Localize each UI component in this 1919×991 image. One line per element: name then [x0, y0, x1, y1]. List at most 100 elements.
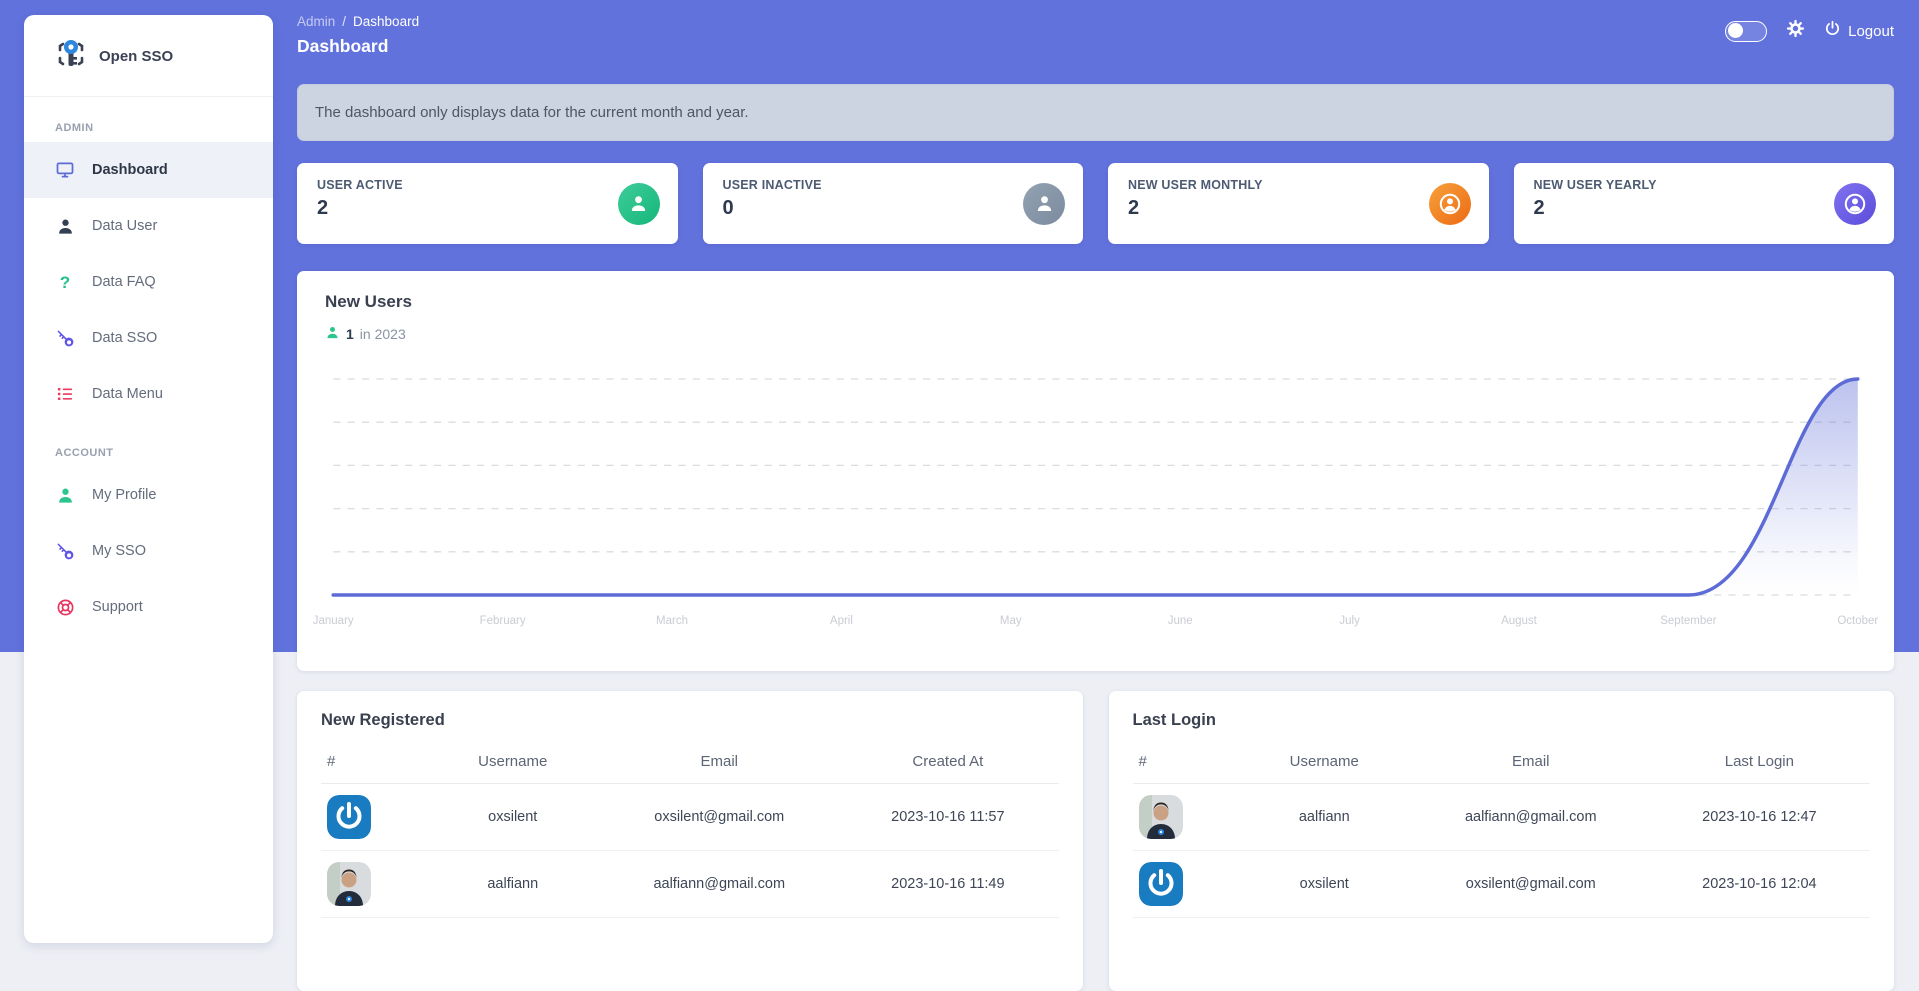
table-row: oxsilent oxsilent@gmail.com 2023-10-16 1… [321, 784, 1059, 851]
column-header: Email [1413, 740, 1649, 784]
x-axis-label: February [480, 615, 526, 627]
table-row: aalfiann aalfiann@gmail.com 2023-10-16 1… [1133, 784, 1871, 851]
monitor-icon [55, 160, 75, 180]
life-ring-icon [55, 597, 75, 617]
stats-row: USER ACTIVE 2 USER INACTIVE 0 NEW USER M… [297, 163, 1894, 244]
gear-icon [1786, 19, 1805, 43]
table-row: oxsilent oxsilent@gmail.com 2023-10-16 1… [1133, 851, 1871, 918]
cell-email: aalfiann@gmail.com [601, 851, 837, 918]
column-header: Username [1236, 740, 1413, 784]
stat-label: NEW USER MONTHLY [1128, 178, 1469, 192]
x-axis-label: May [1000, 615, 1022, 627]
column-header: # [1133, 740, 1236, 784]
stat-value: 2 [1128, 197, 1469, 220]
table-title: Last Login [1133, 711, 1871, 730]
logout-button[interactable]: Logout [1824, 20, 1894, 42]
x-axis-label: June [1168, 615, 1193, 627]
stat-value: 0 [723, 197, 1064, 220]
breadcrumb: Admin / Dashboard [297, 14, 1894, 29]
stat-label: NEW USER YEARLY [1534, 178, 1875, 192]
power-icon [1824, 20, 1841, 42]
x-axis-label: July [1339, 615, 1359, 627]
sidebar-item-data-sso[interactable]: Data SSO [24, 310, 273, 366]
new-registered-table: # Username Email Created At [321, 740, 1059, 918]
new-users-chart-card: New Users 1 in 2023 January February March… [297, 271, 1894, 671]
sidebar-item-data-faq[interactable]: ? Data FAQ [24, 254, 273, 310]
cell-datetime: 2023-10-16 11:49 [837, 851, 1058, 918]
user-icon [1023, 183, 1065, 225]
column-header: Username [424, 740, 601, 784]
key-icon [55, 328, 75, 348]
sidebar-item-label: Data SSO [92, 330, 157, 346]
sidebar-item-label: Data User [92, 218, 157, 234]
tables-row: New Registered # Username Email Created … [297, 691, 1894, 991]
x-axis-label: March [656, 615, 688, 627]
chart-subtitle-count: 1 [346, 326, 354, 342]
stat-label: USER ACTIVE [317, 178, 658, 192]
toggle-knob [1728, 23, 1743, 38]
x-axis-label: April [830, 615, 853, 627]
logout-label: Logout [1848, 23, 1894, 40]
user-circle-icon [1429, 183, 1471, 225]
sidebar-section-admin: ADMIN [24, 97, 273, 142]
user-icon [325, 325, 340, 343]
column-header: Created At [837, 740, 1058, 784]
new-registered-card: New Registered # Username Email Created … [297, 691, 1083, 991]
cell-email: oxsilent@gmail.com [601, 784, 837, 851]
column-header: Last Login [1649, 740, 1870, 784]
avatar [327, 862, 371, 906]
sidebar-item-data-user[interactable]: Data User [24, 198, 273, 254]
chart-subtitle: 1 in 2023 [325, 325, 1866, 343]
chart-title: New Users [325, 292, 1866, 312]
sidebar-item-data-menu[interactable]: Data Menu [24, 366, 273, 422]
breadcrumb-separator: / [342, 14, 346, 29]
top-controls: Logout [1725, 19, 1894, 43]
x-axis-label: August [1501, 615, 1537, 627]
breadcrumb-parent[interactable]: Admin [297, 14, 335, 29]
chart-canvas [325, 367, 1866, 607]
avatar [1139, 862, 1183, 906]
cell-username: oxsilent [424, 784, 601, 851]
cell-datetime: 2023-10-16 12:04 [1649, 851, 1870, 918]
column-header: # [321, 740, 424, 784]
sidebar-item-label: Dashboard [92, 162, 168, 178]
list-icon [55, 384, 75, 404]
last-login-table: # Username Email Last Login [1133, 740, 1871, 918]
settings-button[interactable] [1786, 19, 1805, 43]
sidebar-item-label: Support [92, 599, 143, 615]
avatar [327, 795, 371, 839]
table-row: aalfiann aalfiann@gmail.com 2023-10-16 1… [321, 851, 1059, 918]
info-banner-text: The dashboard only displays data for the… [315, 104, 749, 121]
app-name: Open SSO [99, 48, 173, 65]
sidebar: Open SSO ADMIN Dashboard Data User ? Dat… [24, 15, 273, 943]
stat-value: 2 [317, 197, 658, 220]
page-header: Admin / Dashboard Dashboard [297, 0, 1894, 57]
cell-email: oxsilent@gmail.com [1413, 851, 1649, 918]
sidebar-item-label: Data Menu [92, 386, 163, 402]
line-chart: JanuaryFebruaryMarchAprilMayJuneJulyAugu… [325, 367, 1866, 635]
column-header: Email [601, 740, 837, 784]
x-axis-labels: JanuaryFebruaryMarchAprilMayJuneJulyAugu… [325, 615, 1866, 635]
info-banner: The dashboard only displays data for the… [297, 84, 1894, 141]
stat-card-new-user-monthly: NEW USER MONTHLY 2 [1108, 163, 1489, 244]
app-logo[interactable]: Open SSO [24, 15, 273, 96]
sidebar-item-label: Data FAQ [92, 274, 156, 290]
sidebar-item-my-sso[interactable]: My SSO [24, 523, 273, 579]
theme-toggle[interactable] [1725, 21, 1767, 42]
page-title: Dashboard [297, 36, 1894, 57]
sidebar-item-my-profile[interactable]: My Profile [24, 467, 273, 523]
user-icon [55, 216, 75, 236]
sidebar-item-dashboard[interactable]: Dashboard [24, 142, 273, 198]
breadcrumb-current: Dashboard [353, 14, 419, 29]
stat-label: USER INACTIVE [723, 178, 1064, 192]
sidebar-item-label: My Profile [92, 487, 156, 503]
cell-datetime: 2023-10-16 11:57 [837, 784, 1058, 851]
sidebar-item-support[interactable]: Support [24, 579, 273, 635]
x-axis-label: October [1837, 615, 1878, 627]
cell-username: oxsilent [1236, 851, 1413, 918]
x-axis-label: January [313, 615, 354, 627]
stat-card-new-user-yearly: NEW USER YEARLY 2 [1514, 163, 1895, 244]
chart-subtitle-suffix: in 2023 [360, 326, 406, 342]
user-icon [618, 183, 660, 225]
cell-email: aalfiann@gmail.com [1413, 784, 1649, 851]
